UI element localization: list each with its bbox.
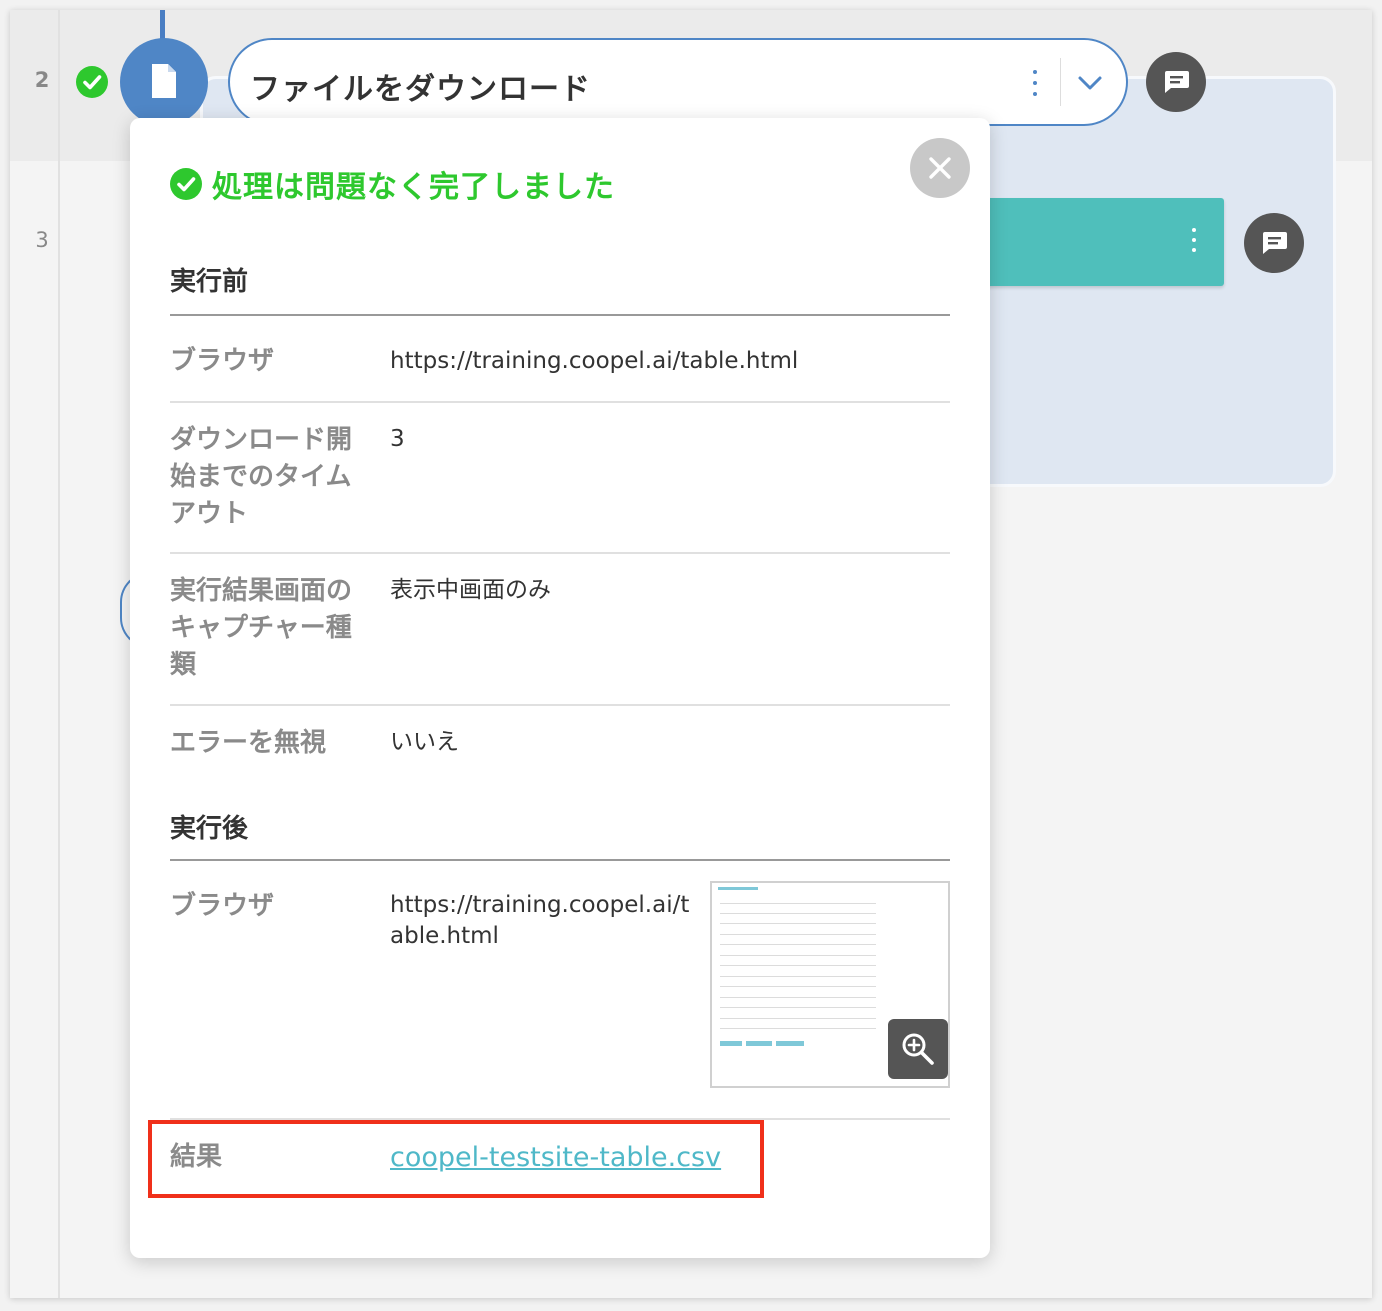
- execution-result-popover: 処理は問題なく完了しました 実行前 ブラウザ https://training.…: [130, 118, 990, 1258]
- gutter-divider: [58, 10, 60, 1298]
- next-step-block[interactable]: [970, 198, 1224, 286]
- row-divider: [170, 401, 950, 403]
- param-label: エラーを無視: [170, 728, 327, 758]
- section-rule: [170, 314, 950, 316]
- status-message: 処理は問題なく完了しました: [170, 162, 615, 206]
- kebab-icon[interactable]: [1025, 70, 1045, 100]
- zoom-in-icon[interactable]: [888, 1019, 948, 1079]
- file-icon[interactable]: [120, 38, 208, 126]
- close-icon[interactable]: [910, 138, 970, 198]
- flow-editor: 2 3 ファイルをダウンロード 処理は問題なく完了しました 実行前 ブラウザ h…: [10, 10, 1372, 1298]
- comment-icon[interactable]: [1146, 52, 1206, 112]
- row-divider: [170, 552, 950, 554]
- comment-icon[interactable]: [1244, 213, 1304, 273]
- param-label: 実行結果画面のキャプチャー種類: [170, 576, 353, 680]
- screenshot-thumbnail[interactable]: [710, 881, 950, 1088]
- section-heading-after: 実行後: [170, 814, 249, 844]
- step-title: ファイルをダウンロード: [250, 72, 591, 107]
- param-value: https://training.coopel.ai/table.html: [390, 348, 799, 374]
- check-circle-icon: [170, 168, 202, 200]
- param-value: いいえ: [390, 729, 459, 755]
- row-divider: [170, 704, 950, 706]
- chevron-down-icon[interactable]: [1076, 70, 1104, 98]
- line-number-2: 2: [34, 68, 50, 92]
- status-text: 処理は問題なく完了しました: [212, 170, 615, 205]
- param-value: 表示中画面のみ: [390, 577, 551, 603]
- param-label: ダウンロード開始までのタイムアウト: [170, 425, 353, 529]
- param-label: ブラウザ: [170, 346, 275, 376]
- section-rule: [170, 859, 950, 861]
- check-circle-icon: [76, 66, 108, 98]
- param-value: 3: [390, 426, 405, 452]
- param-label: ブラウザ: [170, 891, 275, 921]
- kebab-icon[interactable]: [1192, 228, 1196, 258]
- pill-divider: [1060, 58, 1061, 106]
- result-file-link[interactable]: coopel-testsite-table.csv: [390, 1142, 721, 1173]
- result-label: 結果: [170, 1142, 223, 1172]
- line-number-3: 3: [35, 228, 49, 252]
- section-heading-before: 実行前: [170, 267, 249, 297]
- param-value: https://training.coopel.ai/table.html: [390, 892, 690, 949]
- step-download-file[interactable]: ファイルをダウンロード: [228, 38, 1128, 126]
